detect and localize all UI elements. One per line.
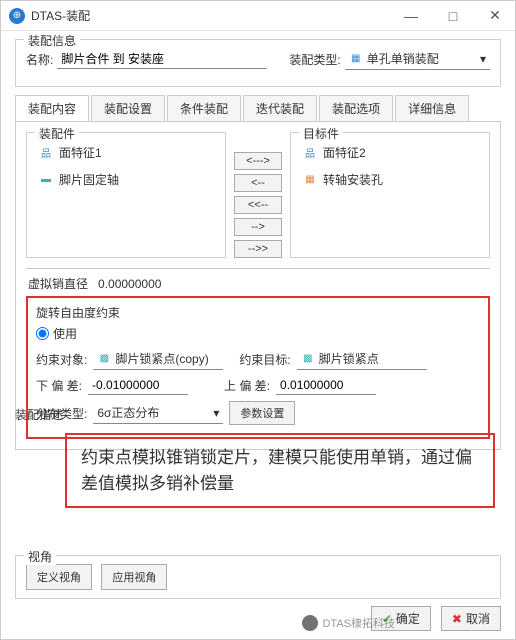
- use-radio[interactable]: [36, 327, 49, 340]
- move-right-button[interactable]: -->: [234, 218, 282, 236]
- name-label: 名称:: [26, 51, 53, 68]
- view-legend: 视角: [24, 548, 56, 565]
- assembly-info-group: 装配信息 名称: 装配类型: ▦ 单孔单销装配 ▾: [15, 39, 501, 87]
- view-group: 视角 定义视角 应用视角: [15, 555, 501, 599]
- list-item[interactable]: 品 面特征2: [299, 139, 481, 166]
- virtual-pin-row: 虚拟销直径 0.00000000: [26, 275, 490, 292]
- tab-options[interactable]: 装配选项: [319, 95, 393, 121]
- name-input[interactable]: [57, 50, 267, 69]
- apply-view-button[interactable]: 应用视角: [101, 564, 167, 590]
- list-item-label: 面特征2: [323, 144, 366, 161]
- titlebar: ⊕ DTAS-装配 — □ ✕: [1, 1, 515, 31]
- bar-icon: ▬: [39, 173, 53, 187]
- wechat-icon: [302, 615, 318, 631]
- move-left-button[interactable]: <--: [234, 174, 282, 192]
- grid-icon: ▦: [303, 173, 317, 187]
- window-buttons: — □ ✕: [399, 4, 507, 28]
- point-icon: ▩: [301, 352, 315, 366]
- minimize-button[interactable]: —: [399, 4, 423, 28]
- x-icon: ✖: [452, 612, 462, 626]
- assembly-parts-legend: 装配件: [35, 125, 79, 142]
- note-box: 约束点模拟锥销锁定片，建模只能使用单销，通过偏差值模拟多销补偿量: [65, 433, 495, 508]
- upper-dev-label: 上 偏 差:: [224, 377, 270, 394]
- tree-icon: 品: [39, 146, 53, 160]
- window-title: DTAS-装配: [31, 7, 399, 24]
- move-all-right-button[interactable]: -->>: [234, 240, 282, 258]
- point-icon: ▩: [97, 352, 111, 366]
- define-view-button[interactable]: 定义视角: [26, 564, 92, 590]
- virtual-pin-label: 虚拟销直径: [28, 275, 88, 292]
- param-settings-button[interactable]: 参数设置: [229, 401, 295, 425]
- lower-dev-input[interactable]: [88, 376, 188, 395]
- chevron-down-icon: ▾: [480, 52, 486, 66]
- list-item-label: 转轴安装孔: [323, 171, 383, 188]
- virtual-pin-value: 0.00000000: [98, 277, 161, 291]
- tab-content[interactable]: 装配内容: [15, 95, 89, 121]
- desc-label: 装配描述: [15, 406, 63, 423]
- assembly-info-legend: 装配信息: [24, 32, 80, 49]
- swap-button[interactable]: <--->: [234, 152, 282, 170]
- tab-settings[interactable]: 装配设置: [91, 95, 165, 121]
- list-item[interactable]: 品 面特征1: [35, 139, 217, 166]
- close-button[interactable]: ✕: [483, 4, 507, 28]
- list-item-label: 面特征1: [59, 144, 102, 161]
- move-buttons: <---> <-- <<-- --> -->>: [234, 132, 282, 258]
- constraint-target-label: 约束目标:: [239, 351, 290, 368]
- rotation-legend: 旋转自由度约束: [36, 304, 480, 321]
- ok-button[interactable]: ✔ 确定: [371, 606, 431, 631]
- dist-type-select[interactable]: 6σ正态分布 ▾: [93, 402, 223, 424]
- constraint-obj-label: 约束对象:: [36, 351, 87, 368]
- tree-icon: 品: [303, 146, 317, 160]
- cancel-button[interactable]: ✖ 取消: [441, 606, 501, 631]
- list-item[interactable]: ▬ 脚片固定轴: [35, 166, 217, 193]
- assembly-type-select[interactable]: ▦ 单孔单销装配 ▾: [345, 48, 490, 70]
- maximize-button[interactable]: □: [441, 4, 465, 28]
- cancel-label: 取消: [466, 610, 490, 627]
- move-all-left-button[interactable]: <<--: [234, 196, 282, 214]
- tab-pane: 装配件 品 面特征1 ▬ 脚片固定轴 <---> <-- <<-- --> --…: [15, 121, 501, 450]
- check-icon: ✔: [382, 612, 392, 626]
- lower-dev-label: 下 偏 差:: [36, 377, 82, 394]
- list-item[interactable]: ▦ 转轴安装孔: [299, 166, 481, 193]
- assembly-type-icon: ▦: [349, 52, 363, 66]
- target-parts-group: 目标件 品 面特征2 ▦ 转轴安装孔: [290, 132, 490, 258]
- assembly-type-value: 单孔单销装配: [367, 50, 439, 67]
- chevron-down-icon: ▾: [213, 406, 219, 420]
- dist-type-value: 6σ正态分布: [97, 404, 159, 421]
- use-label: 使用: [53, 325, 77, 342]
- type-label: 装配类型:: [289, 51, 340, 68]
- tab-details[interactable]: 详细信息: [395, 95, 469, 121]
- target-parts-legend: 目标件: [299, 125, 343, 142]
- upper-dev-input[interactable]: [276, 376, 376, 395]
- constraint-target-field[interactable]: ▩ 脚片锁紧点: [297, 348, 427, 370]
- tab-conditional[interactable]: 条件装配: [167, 95, 241, 121]
- tabs: 装配内容 装配设置 条件装配 迭代装配 装配选项 详细信息: [15, 95, 501, 121]
- tab-iterative[interactable]: 迭代装配: [243, 95, 317, 121]
- ok-label: 确定: [396, 610, 420, 627]
- constraint-obj-value: 脚片锁紧点(copy): [115, 350, 208, 367]
- constraint-obj-field[interactable]: ▩ 脚片锁紧点(copy): [93, 348, 223, 370]
- constraint-target-value: 脚片锁紧点: [319, 350, 379, 367]
- list-item-label: 脚片固定轴: [59, 171, 119, 188]
- assembly-parts-group: 装配件 品 面特征1 ▬ 脚片固定轴: [26, 132, 226, 258]
- app-icon: ⊕: [9, 8, 25, 24]
